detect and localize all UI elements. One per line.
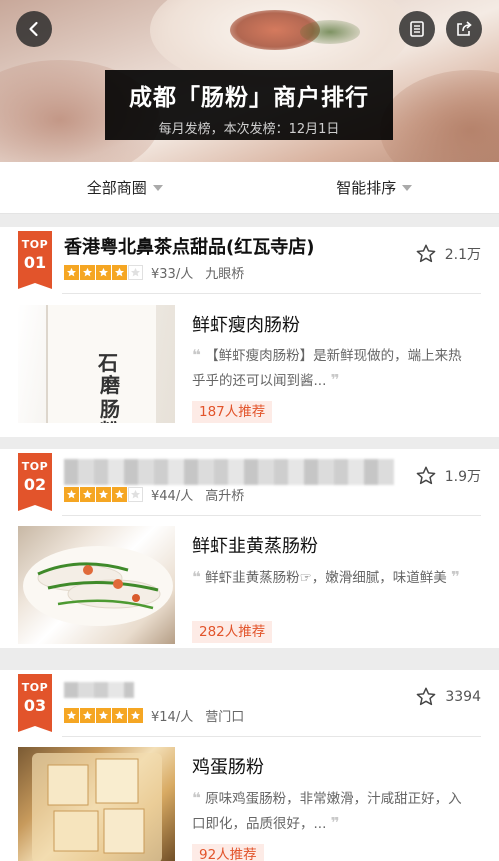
page-subtitle: 每月发榜，本次发榜：12月1日: [158, 122, 340, 137]
star-outline-icon: [416, 466, 436, 485]
business-area: 高升桥: [205, 489, 245, 504]
dish-image[interactable]: 石 磨 肠 粉: [18, 305, 175, 423]
dish-description-text: 原味鸡蛋肠粉，非常嫩滑，汁咸甜正好，入口即化，品质很好，...: [192, 791, 462, 832]
ranking-card[interactable]: TOP 02 ¥44/人 高升桥 1.9万 鲜虾韭黄蒸肠粉 ❝ 鲜虾韭黄蒸肠粉☞…: [0, 449, 499, 648]
star-rating: [64, 708, 144, 723]
star-filled-icon: [80, 708, 95, 723]
quote-open-icon: ❝: [192, 789, 201, 807]
shop-name[interactable]: 香港粤北鼻茶点甜品(红瓦寺店): [64, 233, 314, 259]
business-area: 营门口: [205, 710, 245, 725]
quote-close-icon: ❞: [330, 371, 340, 389]
star-filled-icon: [96, 265, 111, 280]
star-empty-icon: [128, 487, 143, 502]
star-outline-icon: [416, 244, 436, 263]
price-per-person: ¥33/人: [151, 267, 194, 282]
star-outline-icon: [417, 687, 436, 706]
rank-number: 01: [23, 253, 47, 272]
quote-close-icon: ❞: [330, 814, 340, 832]
dish-image[interactable]: [18, 747, 175, 861]
shop-name-redacted: [64, 682, 134, 698]
favorite-button[interactable]: 1.9万: [415, 465, 481, 487]
star-filled-icon: [80, 487, 95, 502]
quote-close-icon: ❞: [451, 568, 460, 586]
rank-badge: TOP 03: [18, 674, 52, 732]
header-banner: 成都「肠粉」商户排行 每月发榜，本次发榜：12月1日: [0, 0, 499, 162]
quote-open-icon: ❝: [192, 568, 201, 586]
star-filled-icon: [112, 487, 127, 502]
rank-top-label: TOP: [21, 238, 49, 251]
favorite-count: 2.1万: [444, 247, 481, 263]
star-filled-icon: [112, 265, 127, 280]
divider: [62, 515, 481, 516]
star-filled-icon: [64, 708, 79, 723]
dish-photo-egg-rolls: [32, 753, 162, 861]
ranking-title-box: 成都「肠粉」商户排行 每月发榜，本次发榜：12月1日: [105, 70, 393, 140]
dish-description-text: 【鲜虾瘦肉肠粉】是新鲜现做的，端上来热乎乎的还可以闻到酱...: [192, 348, 462, 389]
business-area: 九眼桥: [205, 267, 245, 282]
dish-description: ❝ 原味鸡蛋肠粉，非常嫩滑，汁咸甜正好，入口即化，品质很好，... ❞: [192, 786, 462, 836]
filter-area-dropdown[interactable]: 全部商圈: [0, 162, 250, 213]
favorite-count: 3394: [445, 689, 481, 705]
star-rating: [64, 487, 144, 502]
star-empty-icon: [128, 265, 143, 280]
favorite-count: 1.9万: [444, 469, 481, 485]
price-per-person: ¥14/人: [151, 710, 194, 725]
quote-open-icon: ❝: [192, 346, 201, 364]
page-title: 成都「肠粉」商户排行: [129, 85, 369, 111]
share-icon: [457, 21, 472, 36]
dish-image[interactable]: [18, 526, 175, 644]
dish-name[interactable]: 鲜虾韭黄蒸肠粉: [192, 532, 318, 558]
dish-description: ❝ 鲜虾韭黄蒸肠粉☞，嫩滑细腻，味道鲜美 ❞: [192, 565, 462, 590]
filter-sort-label: 智能排序: [336, 179, 397, 197]
recommend-count-badge: 282人推荐: [192, 621, 273, 643]
star-filled-icon: [96, 487, 111, 502]
price-per-person: ¥44/人: [151, 489, 194, 504]
recommend-count-badge: 92人推荐: [192, 844, 264, 861]
chevron-left-icon: [29, 21, 38, 37]
star-filled-icon: [64, 265, 79, 280]
caret-down-icon: [402, 184, 413, 191]
ranking-card[interactable]: TOP 01 香港粤北鼻茶点甜品(红瓦寺店) ¥33/人 九眼桥 2.1万 石 …: [0, 227, 499, 437]
filter-sort-dropdown[interactable]: 智能排序: [250, 162, 499, 213]
star-filled-icon: [96, 708, 111, 723]
dish-name[interactable]: 鲜虾瘦肉肠粉: [192, 311, 300, 337]
shop-meta: ¥44/人 高升桥: [64, 485, 244, 504]
document-button[interactable]: [399, 11, 435, 47]
favorite-button[interactable]: 2.1万: [415, 243, 481, 265]
divider: [62, 736, 481, 737]
rank-number: 03: [23, 696, 47, 715]
share-button[interactable]: [446, 11, 482, 47]
star-filled-icon: [112, 708, 127, 723]
rank-top-label: TOP: [21, 460, 49, 473]
dish-description-text: 鲜虾韭黄蒸肠粉☞，嫩滑细腻，味道鲜美: [205, 570, 447, 586]
dish-photo-shrimp-rolls: [23, 546, 173, 626]
rank-badge: TOP 01: [18, 231, 52, 289]
star-rating: [64, 265, 144, 280]
shop-meta: ¥14/人 营门口: [64, 706, 244, 725]
rank-badge: TOP 02: [18, 453, 52, 511]
star-filled-icon: [80, 265, 95, 280]
divider: [62, 293, 481, 294]
dish-name[interactable]: 鸡蛋肠粉: [192, 753, 264, 779]
back-button[interactable]: [16, 11, 52, 47]
rank-number: 02: [23, 475, 47, 494]
star-filled-icon: [128, 708, 143, 723]
favorite-button[interactable]: 3394: [415, 686, 481, 708]
recommend-count-badge: 187人推荐: [192, 401, 273, 423]
caret-down-icon: [152, 184, 163, 191]
shop-name-redacted: [64, 459, 394, 485]
dish-description: ❝ 【鲜虾瘦肉肠粉】是新鲜现做的，端上来热乎乎的还可以闻到酱... ❞: [192, 343, 462, 393]
ranking-card[interactable]: TOP 03 ¥14/人 营门口 3394 鸡蛋肠粉 ❝ 原味鸡蛋肠粉，非常嫩滑…: [0, 670, 499, 861]
shop-meta: ¥33/人 九眼桥: [64, 263, 244, 282]
document-icon: [410, 21, 424, 37]
filter-area-label: 全部商圈: [86, 179, 147, 197]
rank-top-label: TOP: [21, 681, 49, 694]
star-filled-icon: [64, 487, 79, 502]
filter-bar: 全部商圈 智能排序: [0, 162, 499, 214]
